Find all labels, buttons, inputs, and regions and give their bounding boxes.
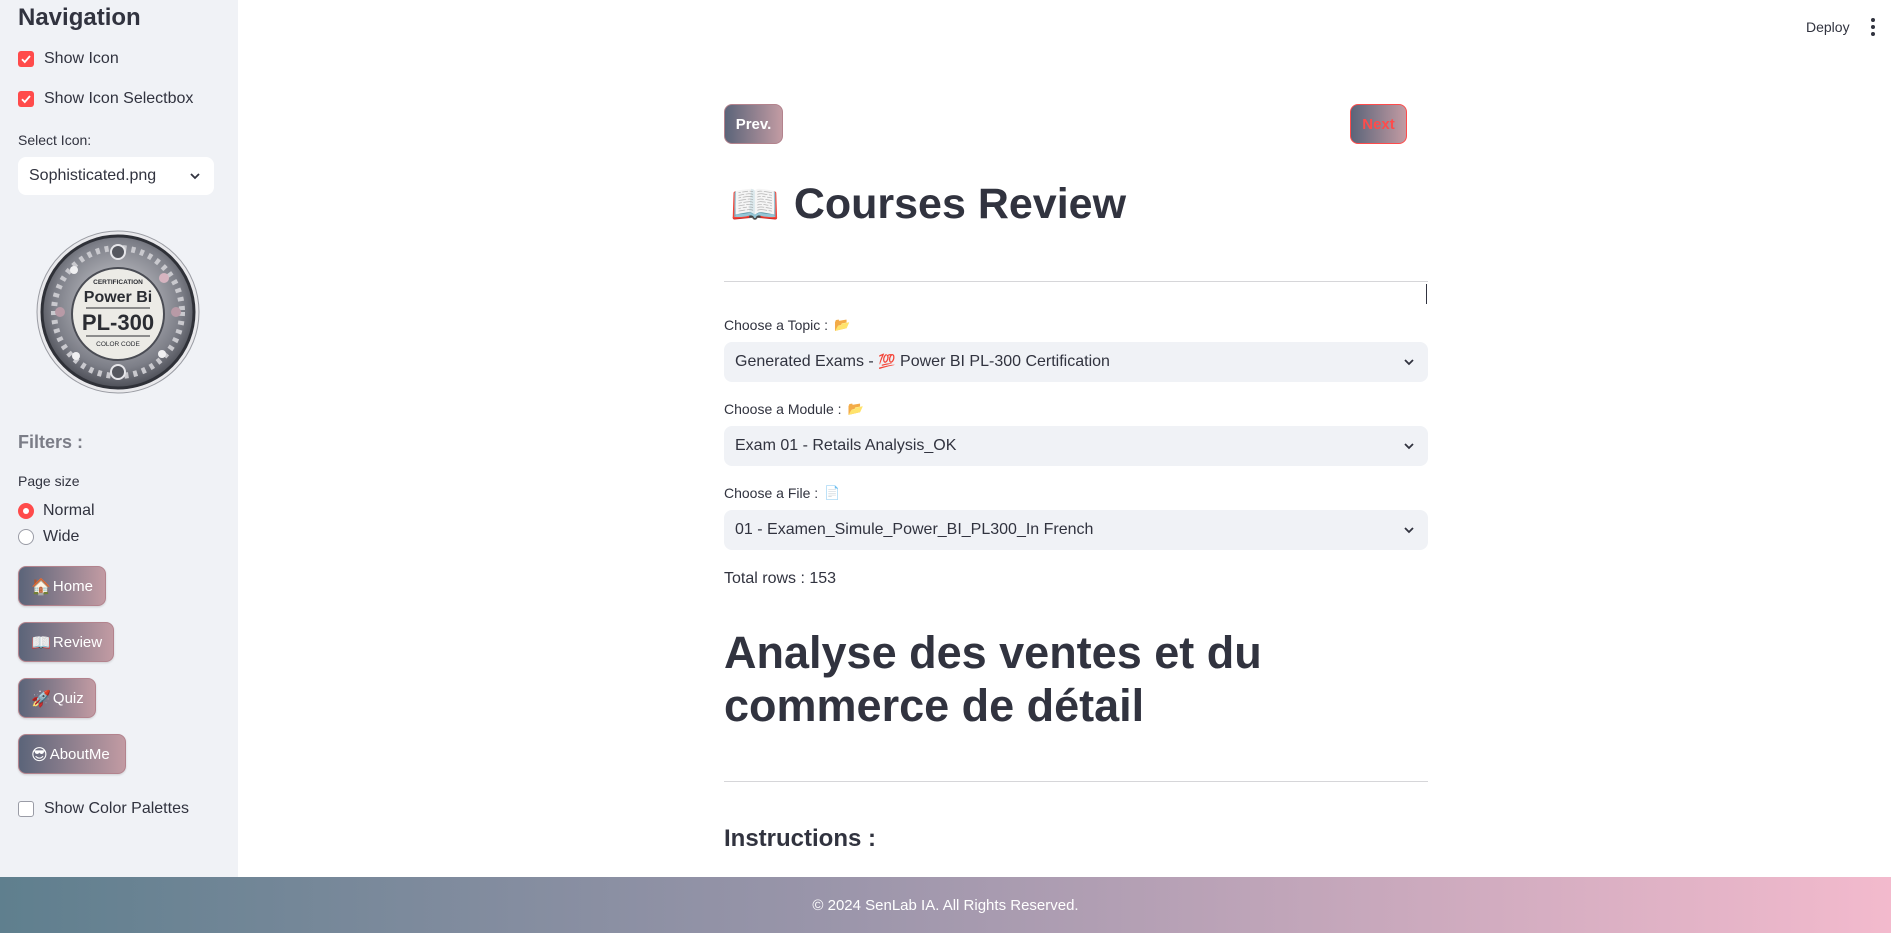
topic-label: Choose a Topic : 📂 [724, 317, 850, 333]
module-select[interactable]: Exam 01 - Retails Analysis_OK [724, 426, 1428, 466]
checkbox-checked-icon [18, 91, 34, 107]
show-icon-label: Show Icon [44, 50, 119, 67]
page-size-label: Page size [18, 473, 80, 489]
svg-text:Power Bi: Power Bi [84, 289, 152, 306]
select-icon-value: Sophisticated.png [29, 167, 157, 184]
checkbox-checked-icon [18, 51, 34, 67]
page-size-wide-radio[interactable]: Wide [18, 528, 79, 546]
select-icon-dropdown[interactable]: Sophisticated.png [18, 157, 214, 195]
sidebar-title: Navigation [18, 4, 141, 31]
power-bi-badge-image: CERTIFICATION Power Bi PL-300 COLOR CODE [36, 230, 200, 394]
svg-text:CERTIFICATION: CERTIFICATION [93, 279, 143, 286]
chevron-down-icon [1404, 359, 1414, 366]
section-heading: Analyse des ventes et du commerce de dét… [724, 627, 1262, 731]
page-title-text: Courses Review [793, 180, 1127, 228]
topic-label-text: Choose a Topic : [724, 317, 829, 333]
hundred-points-icon: 💯 [878, 354, 896, 370]
total-rows-text: Total rows : 153 [724, 570, 837, 587]
text-cursor [1426, 284, 1427, 304]
next-button[interactable]: Next [1350, 104, 1407, 144]
book-icon: 📖 [31, 632, 51, 652]
checkbox-unchecked-icon [18, 801, 34, 817]
file-label-text: Choose a File : [724, 485, 819, 501]
show-icon-selectbox-checkbox[interactable]: Show Icon Selectbox [18, 90, 193, 108]
module-select-value: Exam 01 - Retails Analysis_OK [735, 437, 957, 454]
chevron-down-icon [1404, 527, 1414, 534]
prev-button[interactable]: Prev. [724, 104, 783, 144]
page-title: 📖 Courses Review [730, 180, 1126, 229]
chevron-down-icon [1404, 443, 1414, 450]
home-button-label: Home [52, 577, 93, 595]
show-color-palettes-checkbox[interactable]: Show Color Palettes [18, 800, 189, 818]
file-select-value: 01 - Examen_Simule_Power_BI_PL300_In Fre… [735, 521, 1094, 538]
document-icon: 📄 [824, 485, 841, 501]
filters-title: Filters : [18, 432, 84, 452]
page-size-wide-label: Wide [43, 528, 80, 545]
module-label: Choose a Module : 📂 [724, 401, 864, 417]
instructions-heading: Instructions : [724, 825, 877, 852]
sunglasses-icon: 😎 [31, 744, 48, 764]
folder-icon: 📂 [847, 401, 864, 417]
svg-text:PL-300: PL-300 [82, 310, 154, 335]
footer: © 2024 SenLab IA. All Rights Reserved. [0, 877, 1891, 933]
svg-text:COLOR CODE: COLOR CODE [96, 341, 140, 348]
page-size-normal-radio[interactable]: Normal [18, 502, 95, 520]
home-button[interactable]: 🏠 Home [18, 566, 106, 606]
aboutme-button-label: AboutMe [49, 745, 110, 763]
sidebar: Navigation Show Icon Show Icon Selectbox… [0, 0, 238, 877]
review-button[interactable]: 📖 Review [18, 622, 114, 662]
footer-copyright: © 2024 SenLab IA. All Rights Reserved. [812, 896, 1079, 914]
show-icon-selectbox-label: Show Icon Selectbox [44, 90, 194, 107]
quiz-button-label: Quiz [52, 689, 84, 707]
radio-selected-icon [18, 503, 34, 519]
divider [724, 781, 1428, 782]
house-icon: 🏠 [31, 576, 51, 596]
topic-select-value: Generated Exams - 💯 Power BI PL-300 Cert… [735, 353, 1110, 370]
chevron-down-icon [190, 173, 200, 180]
rocket-icon: 🚀 [31, 688, 51, 708]
module-label-text: Choose a Module : [724, 401, 842, 417]
divider [724, 281, 1428, 282]
topic-select[interactable]: Generated Exams - 💯 Power BI PL-300 Cert… [724, 342, 1428, 382]
show-color-palettes-label: Show Color Palettes [44, 800, 189, 817]
page-size-normal-label: Normal [43, 502, 95, 519]
show-icon-checkbox[interactable]: Show Icon [18, 50, 119, 68]
review-button-label: Review [52, 633, 103, 651]
file-label: Choose a File : 📄 [724, 485, 840, 501]
file-select[interactable]: 01 - Examen_Simule_Power_BI_PL300_In Fre… [724, 510, 1428, 550]
select-icon-label: Select Icon: [18, 132, 92, 148]
main-menu-kebab-icon[interactable] [1870, 18, 1876, 36]
aboutme-button[interactable]: 😎 AboutMe [18, 734, 126, 774]
open-book-icon: 📖 [730, 182, 780, 228]
quiz-button[interactable]: 🚀 Quiz [18, 678, 96, 718]
folder-icon: 📂 [834, 317, 851, 333]
radio-unselected-icon [18, 529, 34, 545]
deploy-button[interactable]: Deploy [1806, 19, 1850, 35]
